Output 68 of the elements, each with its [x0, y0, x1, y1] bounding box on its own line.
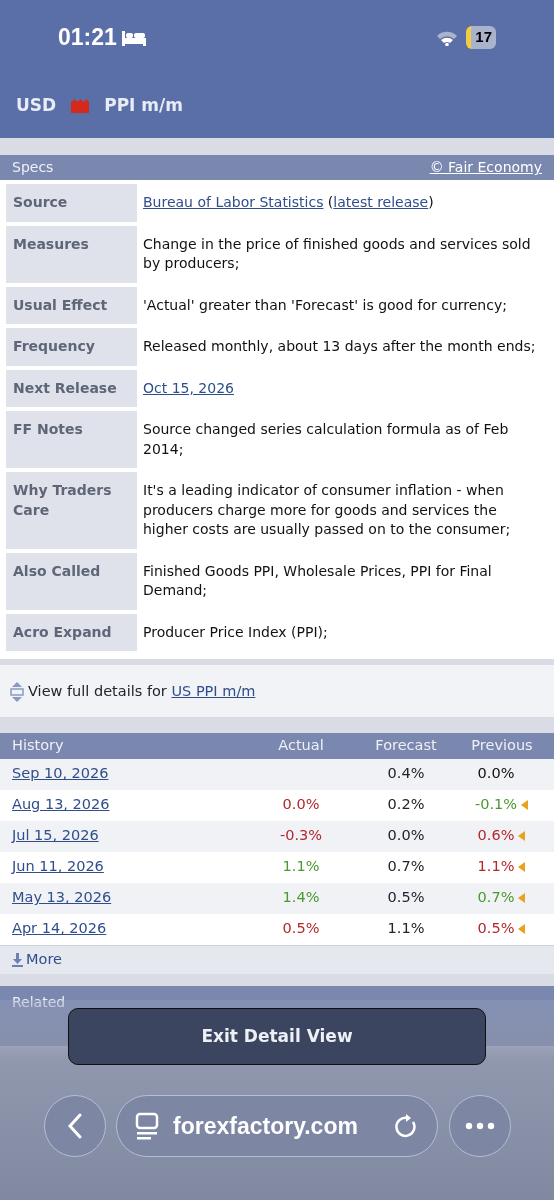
forecast-value: 0.2% — [387, 796, 425, 813]
previous-value: 1.1% — [477, 857, 515, 877]
column-header: Previous — [470, 736, 534, 755]
date-link[interactable]: Sep 10, 2026 — [12, 765, 109, 782]
actual-value: 0.0% — [282, 796, 320, 813]
actual-value: -0.3% — [279, 827, 323, 844]
spec-value: Finished Goods PPI, Wholesale Prices, PPI for Final Demand; — [142, 561, 493, 600]
exit-button[interactable]: Exit Detail View — [68, 1008, 486, 1065]
actual-value: 0.5% — [282, 920, 320, 937]
ellipsis-icon — [465, 1122, 495, 1130]
source-link[interactable]: latest release — [333, 194, 429, 210]
expand-icon — [10, 681, 24, 703]
credit-link[interactable]: © Fair Economy — [429, 157, 542, 178]
date-link[interactable]: Aug 13, 2026 — [12, 796, 110, 813]
download-icon — [12, 952, 23, 967]
spec-value: Bureau of Labor Statistics (latest release) — [142, 193, 435, 212]
spec-value: 'Actual' greater than 'Forecast' is good for currency; — [142, 295, 508, 315]
previous-value: 0.0% — [477, 764, 515, 784]
release-date-link[interactable]: Oct 15, 2026 — [143, 379, 234, 396]
bed-icon — [120, 28, 147, 47]
tabs-icon — [135, 1112, 159, 1140]
date-link[interactable]: Apr 14, 2026 — [12, 920, 107, 937]
battery-level: 17 — [466, 26, 496, 49]
details-link[interactable]: US PPI m/m — [171, 683, 256, 700]
forecast-value: 0.5% — [387, 889, 425, 906]
address-bar[interactable]: forexfactory.com — [116, 1095, 438, 1157]
details-text: View full details for US PPI m/m — [28, 682, 256, 702]
previous-value: 0.7% — [477, 888, 515, 908]
forecast-value: 0.4% — [387, 765, 425, 782]
actual-value: 1.4% — [282, 889, 320, 906]
spec-label: Source — [6, 184, 137, 222]
section-title: Specs — [12, 158, 54, 177]
previous-value: 0.6% — [477, 826, 515, 846]
reload-icon[interactable] — [395, 1113, 419, 1139]
column-header: Forecast — [374, 736, 438, 755]
event-title: PPI m/m — [104, 94, 183, 117]
spec-label: Frequency — [6, 328, 137, 366]
spec-label: Usual Effect — [6, 286, 137, 324]
previous-value: -0.1% — [474, 795, 518, 815]
clock-time: 01:21 — [58, 23, 117, 53]
actual-value: 1.1% — [282, 858, 320, 875]
spec-value: It's a leading indicator of consumer inflation - when producers charge more for goods and services the higher costs are usually passed on to the consumer; — [142, 481, 512, 539]
spec-value: Source changed series calculation formula as of Feb 2014; — [142, 420, 510, 459]
forecast-value: 0.0% — [387, 827, 425, 844]
spec-label: FF Notes — [6, 411, 137, 468]
spec-label: Measures — [6, 225, 137, 283]
forecast-value: 0.7% — [387, 858, 425, 875]
date-link[interactable]: Jun 11, 2026 — [12, 858, 104, 875]
spec-value: Producer Price Index (PPI); — [142, 622, 329, 642]
source-link[interactable]: Bureau of Labor Statistics — [143, 194, 324, 210]
spec-value: Released monthly, about 13 days after the month ends; — [142, 337, 537, 356]
spec-label: Also Called — [6, 552, 137, 610]
more-link[interactable]: More — [26, 948, 62, 971]
spec-value: Change in the price of finished goods and services sold by producers; — [142, 234, 532, 273]
column-header: Actual — [277, 736, 325, 755]
forecast-value: 1.1% — [387, 920, 425, 937]
spec-label: Acro Expand — [6, 613, 137, 651]
section-title: Related — [12, 993, 66, 1010]
currency-code: USD — [16, 94, 57, 117]
spec-label: Why Traders Care — [6, 472, 137, 549]
previous-value: 0.5% — [477, 919, 515, 939]
date-link[interactable]: Jul 15, 2026 — [12, 827, 99, 844]
chevron-left-icon — [67, 1113, 83, 1139]
column-header: History — [11, 736, 65, 755]
url-text: forexfactory.com — [173, 1111, 359, 1141]
date-link[interactable]: May 13, 2026 — [12, 889, 112, 906]
wifi-icon — [436, 29, 459, 46]
spec-label: Next Release — [6, 369, 137, 407]
